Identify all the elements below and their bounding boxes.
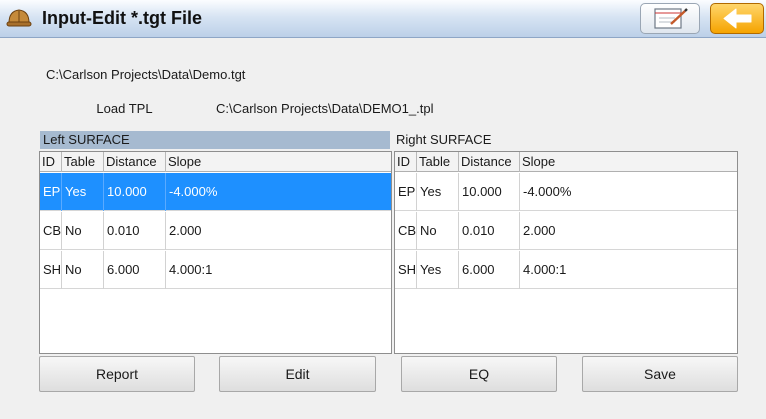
cell-slope: -4.000% [169,184,218,199]
table-row[interactable]: CB No 0.010 2.000 [395,212,737,250]
title-bar: Input-Edit *.tgt File [0,0,766,38]
edit-button[interactable]: Edit [219,356,376,392]
tgt-file-path: C:\Carlson Projects\Data\Demo.tgt [46,67,246,82]
cell-distance: 10.000 [104,173,166,211]
cell-slope: 2.000 [169,223,202,238]
cell-slope: 4.000:1 [169,262,213,277]
column-header-distance[interactable]: Distance [104,152,166,172]
report-button[interactable]: Report [39,356,195,392]
cell-table: Yes [417,251,459,289]
cell-distance: 0.010 [104,212,166,250]
column-header-table[interactable]: Table [417,152,459,172]
cell-id: EP [40,173,62,211]
grid-header: ID Table Distance Slope [40,152,391,172]
table-row[interactable]: SH Yes 6.000 4.000:1 [395,251,737,289]
left-surface-grid[interactable]: ID Table Distance Slope EP Yes 10.000 -4… [39,151,392,354]
cell-distance: 6.000 [459,251,520,289]
grid-header: ID Table Distance Slope [395,152,737,172]
column-header-distance[interactable]: Distance [459,152,520,172]
cell-table: No [62,212,104,250]
cell-slope: 4.000:1 [523,262,567,277]
cell-id: SH [395,251,417,289]
load-tpl-button[interactable]: Load TPL [43,95,206,122]
column-header-id[interactable]: ID [40,152,62,172]
cell-id: SH [40,251,62,289]
cell-table: Yes [62,173,104,211]
right-surface-caption: Right SURFACE [396,132,492,147]
cell-distance: 6.000 [104,251,166,289]
cell-distance: 0.010 [459,212,520,250]
cell-slope: 2.000 [523,223,556,238]
notes-button[interactable] [640,3,700,34]
cell-table: No [62,251,104,289]
notepad-pencil-icon [654,8,688,29]
cell-table: Yes [417,173,459,211]
window-title: Input-Edit *.tgt File [42,8,202,28]
save-button[interactable]: Save [582,356,738,392]
table-row[interactable]: EP Yes 10.000 -4.000% [395,173,737,211]
column-header-table[interactable]: Table [62,152,104,172]
tpl-file-path: C:\Carlson Projects\Data\DEMO1_.tpl [216,101,434,116]
column-header-slope[interactable]: Slope [166,152,393,172]
cell-id: CB [40,212,62,250]
cell-slope: -4.000% [523,184,572,199]
back-arrow-icon [723,8,752,29]
column-header-slope[interactable]: Slope [520,152,739,172]
left-surface-caption: Left SURFACE [40,131,390,149]
right-surface-grid[interactable]: ID Table Distance Slope EP Yes 10.000 -4… [394,151,738,354]
cell-table: No [417,212,459,250]
table-row[interactable]: SH No 6.000 4.000:1 [40,251,391,289]
table-row[interactable]: CB No 0.010 2.000 [40,212,391,250]
back-button[interactable] [710,3,764,34]
cell-id: CB [395,212,417,250]
column-header-id[interactable]: ID [395,152,417,172]
cell-id: EP [395,173,417,211]
hard-hat-icon [6,9,32,27]
table-row[interactable]: EP Yes 10.000 -4.000% [40,173,391,211]
cell-distance: 10.000 [459,173,520,211]
eq-button[interactable]: EQ [401,356,557,392]
